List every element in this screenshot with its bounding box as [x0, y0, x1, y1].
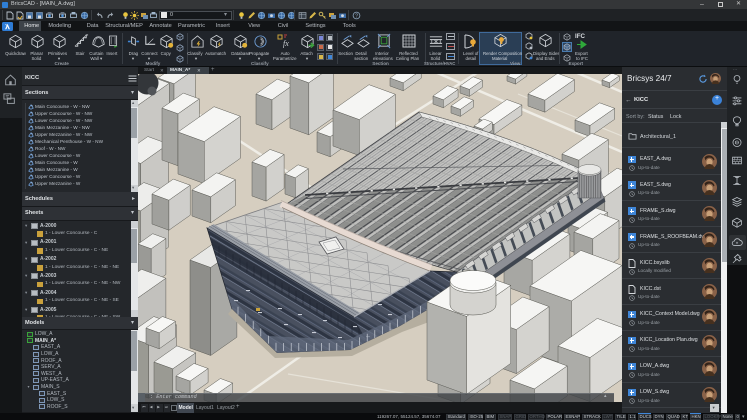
- svg-text:?: ?: [355, 13, 358, 19]
- svg-text:fx: fx: [283, 39, 289, 48]
